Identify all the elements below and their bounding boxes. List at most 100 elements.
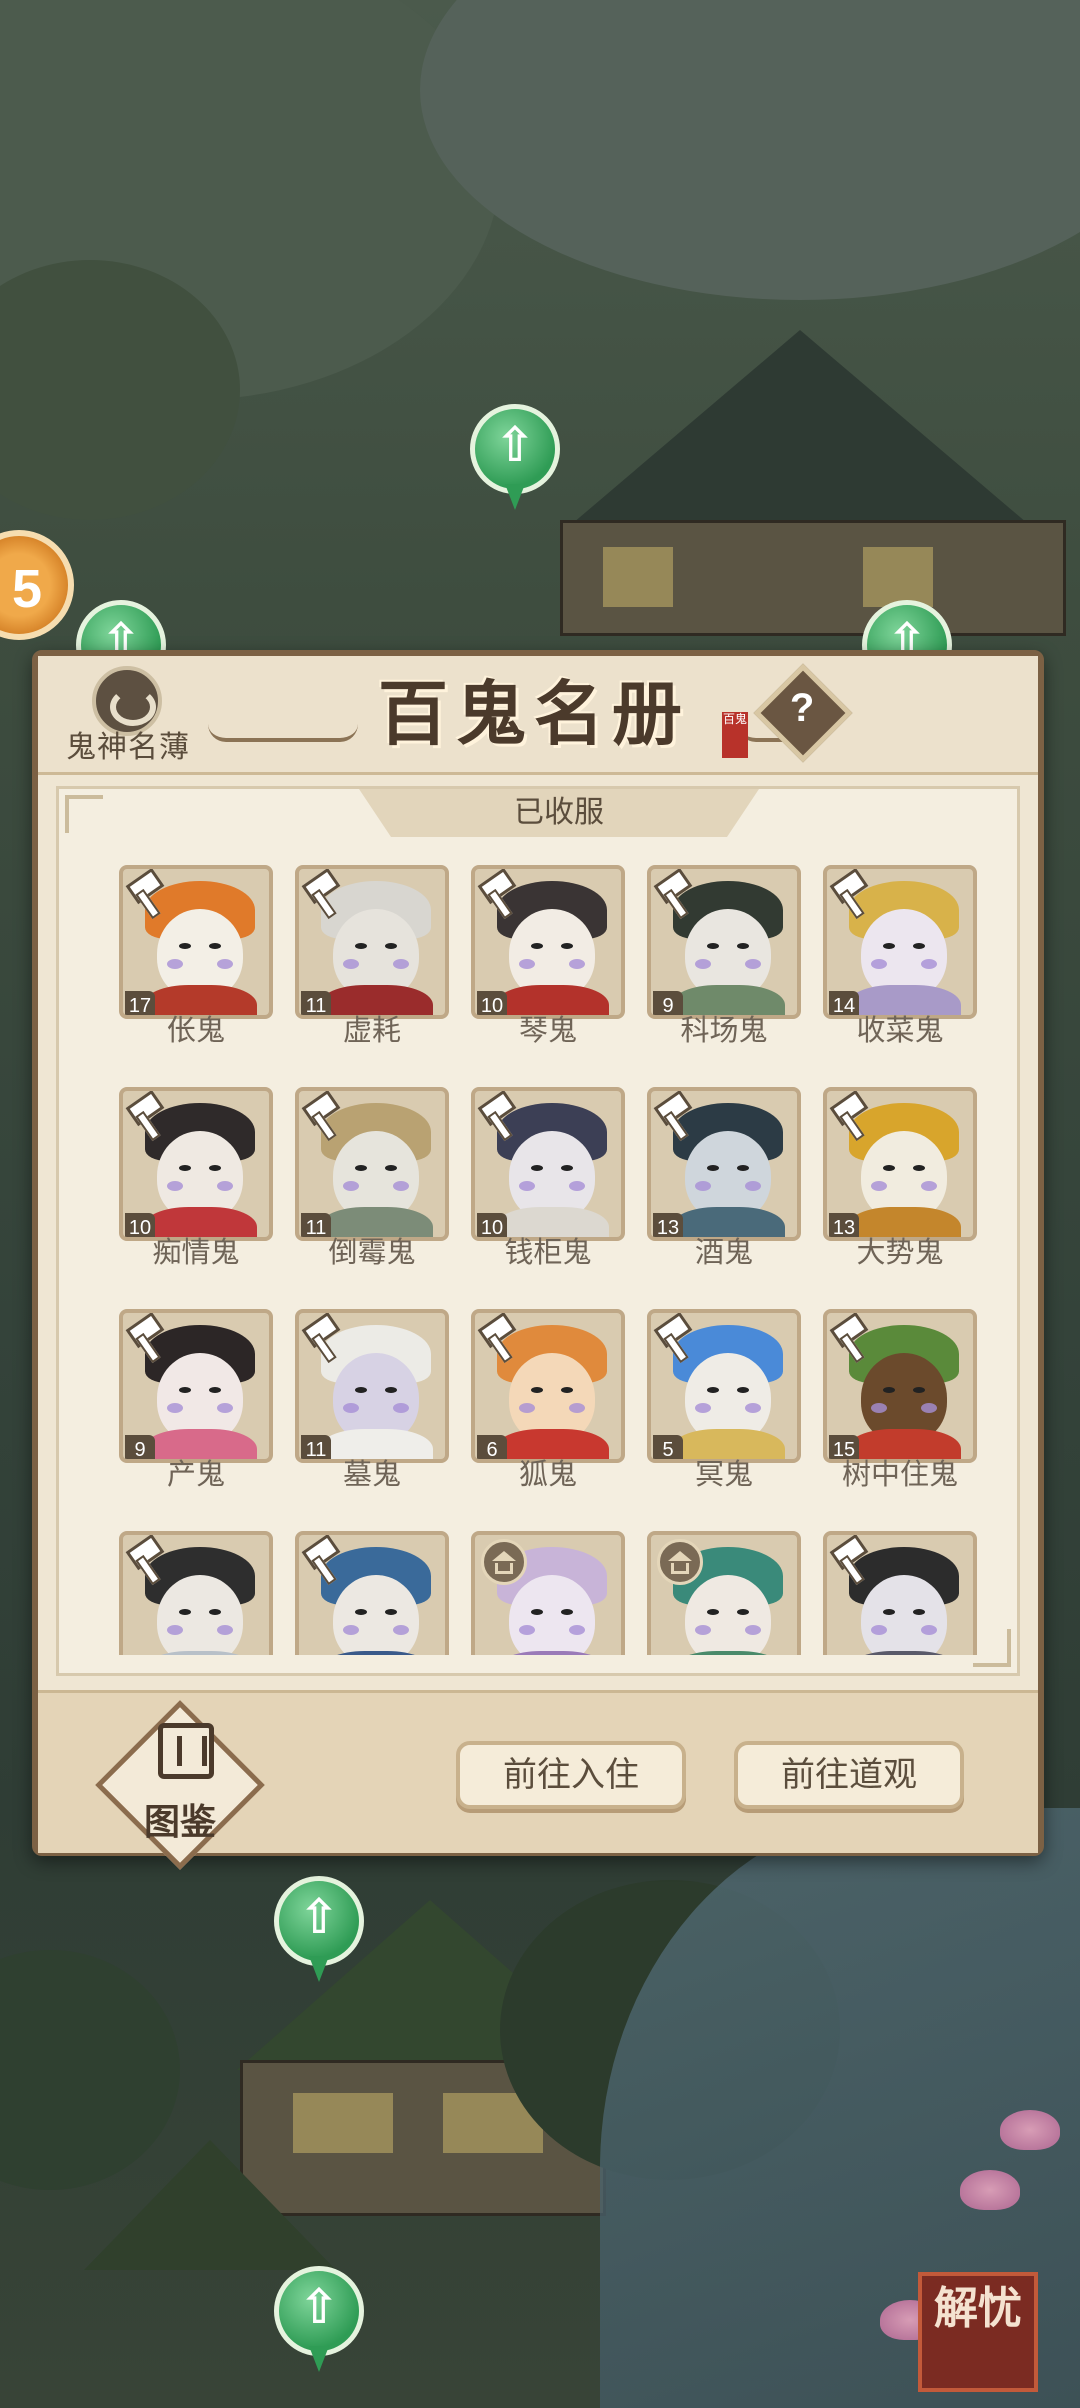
- ghost-card[interactable]: 9 科场鬼: [647, 865, 801, 1085]
- ghost-body: [847, 1651, 961, 1655]
- up-arrow-icon: ⇧: [298, 2281, 340, 2334]
- ghost-name: 琴鬼: [518, 1015, 577, 1047]
- ghost-portrait: [823, 1531, 977, 1655]
- ghost-portrait: 10: [471, 865, 625, 1019]
- ghost-portrait: 9: [647, 865, 801, 1019]
- ghost-portrait: 5: [647, 1309, 801, 1463]
- ghost-body: [671, 1651, 785, 1655]
- atlas-label: 图鉴: [144, 1801, 217, 1843]
- hammer-icon: [129, 1541, 169, 1581]
- hammer-icon: [657, 1097, 697, 1137]
- go-checkin-button[interactable]: 前往入住: [456, 1741, 686, 1809]
- frame-corner: [65, 795, 103, 833]
- ghost-body: [495, 1651, 609, 1655]
- ghost-card[interactable]: 11 虚耗: [295, 865, 449, 1085]
- ghost-card[interactable]: 5 冥鬼: [647, 1309, 801, 1529]
- ghost-card[interactable]: 10 钱柜鬼: [471, 1087, 625, 1307]
- jieyou-seal-button[interactable]: 解忧: [918, 2272, 1038, 2392]
- ghost-grid[interactable]: 17 伥鬼 11 虚耗 10 琴鬼 9 科场鬼 14 收菜鬼 10 痴情鬼 11 倒霉鬼 10 钱柜鬼 13 酒鬼…: [119, 865, 979, 1655]
- ghost-portrait: 10: [119, 1087, 273, 1241]
- hammer-icon: [481, 1097, 521, 1137]
- tab-collected[interactable]: 已收服: [359, 789, 759, 837]
- panel-title: 百鬼名册: [378, 672, 690, 755]
- ghost-card[interactable]: 11 墓鬼: [295, 1309, 449, 1529]
- ghost-portrait: [647, 1531, 801, 1655]
- hammer-icon: [657, 1319, 697, 1359]
- roster-list-frame: 已收服 17 伥鬼 11 虚耗 10 琴鬼 9 科场鬼 14 收菜鬼 10 痴情鬼 11 倒霉鬼 10 钱柜鬼…: [56, 786, 1020, 1676]
- ghost-face: [157, 1575, 243, 1655]
- hammer-icon: [833, 1319, 873, 1359]
- ghost-portrait: 15: [823, 1309, 977, 1463]
- map-upgrade-marker[interactable]: ⇧: [470, 404, 560, 514]
- ghost-card[interactable]: 15 树中住鬼: [823, 1309, 977, 1529]
- ghost-card[interactable]: 11 倒霉鬼: [295, 1087, 449, 1307]
- ghost-name: 科场鬼: [680, 1015, 768, 1047]
- ghost-portrait: 17: [119, 865, 273, 1019]
- ghost-card[interactable]: [295, 1531, 449, 1655]
- cloud-ornament: [208, 718, 358, 742]
- ghost-name: 树中住鬼: [841, 1459, 958, 1491]
- hammer-icon: [833, 1541, 873, 1581]
- ghost-portrait: 14: [823, 865, 977, 1019]
- title-stamp: 百鬼: [722, 712, 748, 758]
- question-icon: ?: [789, 686, 815, 731]
- ghost-name: 收菜鬼: [856, 1015, 944, 1047]
- ghost-portrait: 6: [471, 1309, 625, 1463]
- hammer-icon: [305, 1319, 345, 1359]
- ghost-name: 酒鬼: [694, 1237, 753, 1269]
- ghost-card[interactable]: 14 收菜鬼: [823, 865, 977, 1085]
- ghost-face: [509, 1575, 595, 1655]
- ghost-name: 产鬼: [166, 1459, 225, 1491]
- side-token-glyph: 5: [12, 559, 43, 619]
- hammer-icon: [481, 875, 521, 915]
- ghost-portrait: 11: [295, 1087, 449, 1241]
- ghost-name: 大势鬼: [856, 1237, 944, 1269]
- ghost-card[interactable]: 10 痴情鬼: [119, 1087, 273, 1307]
- temple-icon: [657, 1539, 703, 1585]
- ghost-face: [861, 1575, 947, 1655]
- hammer-icon: [305, 1541, 345, 1581]
- up-arrow-icon: ⇧: [494, 419, 536, 472]
- book-icon: [158, 1723, 214, 1779]
- hammer-icon: [305, 1097, 345, 1137]
- hammer-icon: [833, 1097, 873, 1137]
- ghost-body: [143, 1651, 257, 1655]
- ghost-card[interactable]: 17 伥鬼: [119, 865, 273, 1085]
- ghost-name: 狐鬼: [518, 1459, 577, 1491]
- ghost-card[interactable]: [647, 1531, 801, 1655]
- ghost-card[interactable]: [471, 1531, 625, 1655]
- seal-text: 解忧: [934, 2283, 1022, 2334]
- up-arrow-icon: ⇧: [298, 1891, 340, 1944]
- hammer-icon: [305, 875, 345, 915]
- help-button[interactable]: ?: [753, 663, 853, 763]
- ghost-name: 墓鬼: [342, 1459, 401, 1491]
- ghost-portrait: 10: [471, 1087, 625, 1241]
- ghost-card[interactable]: 13 大势鬼: [823, 1087, 977, 1307]
- go-temple-button[interactable]: 前往道观: [734, 1741, 964, 1809]
- ghost-card[interactable]: [119, 1531, 273, 1655]
- map-upgrade-marker[interactable]: ⇧: [274, 2266, 364, 2376]
- hammer-icon: [481, 1319, 521, 1359]
- ghost-roster-panel: 鬼神名薄 百鬼名册 百鬼 ? 已收服 17 伥鬼 11 虚耗 10 琴鬼 9 科场鬼 14 收菜鬼…: [32, 650, 1044, 1870]
- map-upgrade-marker[interactable]: ⇧: [274, 1876, 364, 1986]
- ghost-card[interactable]: 6 狐鬼: [471, 1309, 625, 1529]
- ghost-portrait: [471, 1531, 625, 1655]
- ghost-name: 钱柜鬼: [504, 1237, 592, 1269]
- ghost-portrait: [295, 1531, 449, 1655]
- panel-header: 鬼神名薄 百鬼名册 百鬼 ?: [38, 656, 1038, 775]
- ghost-portrait: 9: [119, 1309, 273, 1463]
- ghost-name: 虚耗: [342, 1015, 401, 1047]
- ghost-card[interactable]: [823, 1531, 977, 1655]
- ghost-card[interactable]: 10 琴鬼: [471, 865, 625, 1085]
- ghost-card[interactable]: 9 产鬼: [119, 1309, 273, 1529]
- ghost-body: [319, 1651, 433, 1655]
- ghost-codex-label[interactable]: 鬼神名薄: [66, 722, 190, 766]
- hammer-icon: [129, 1097, 169, 1137]
- hammer-icon: [833, 875, 873, 915]
- panel-footer: 图鉴 前往入住 前往道观: [38, 1690, 1038, 1870]
- hammer-icon: [657, 875, 697, 915]
- hammer-icon: [129, 1319, 169, 1359]
- ghost-face: [333, 1575, 419, 1655]
- ghost-card[interactable]: 13 酒鬼: [647, 1087, 801, 1307]
- ghost-portrait: 13: [823, 1087, 977, 1241]
